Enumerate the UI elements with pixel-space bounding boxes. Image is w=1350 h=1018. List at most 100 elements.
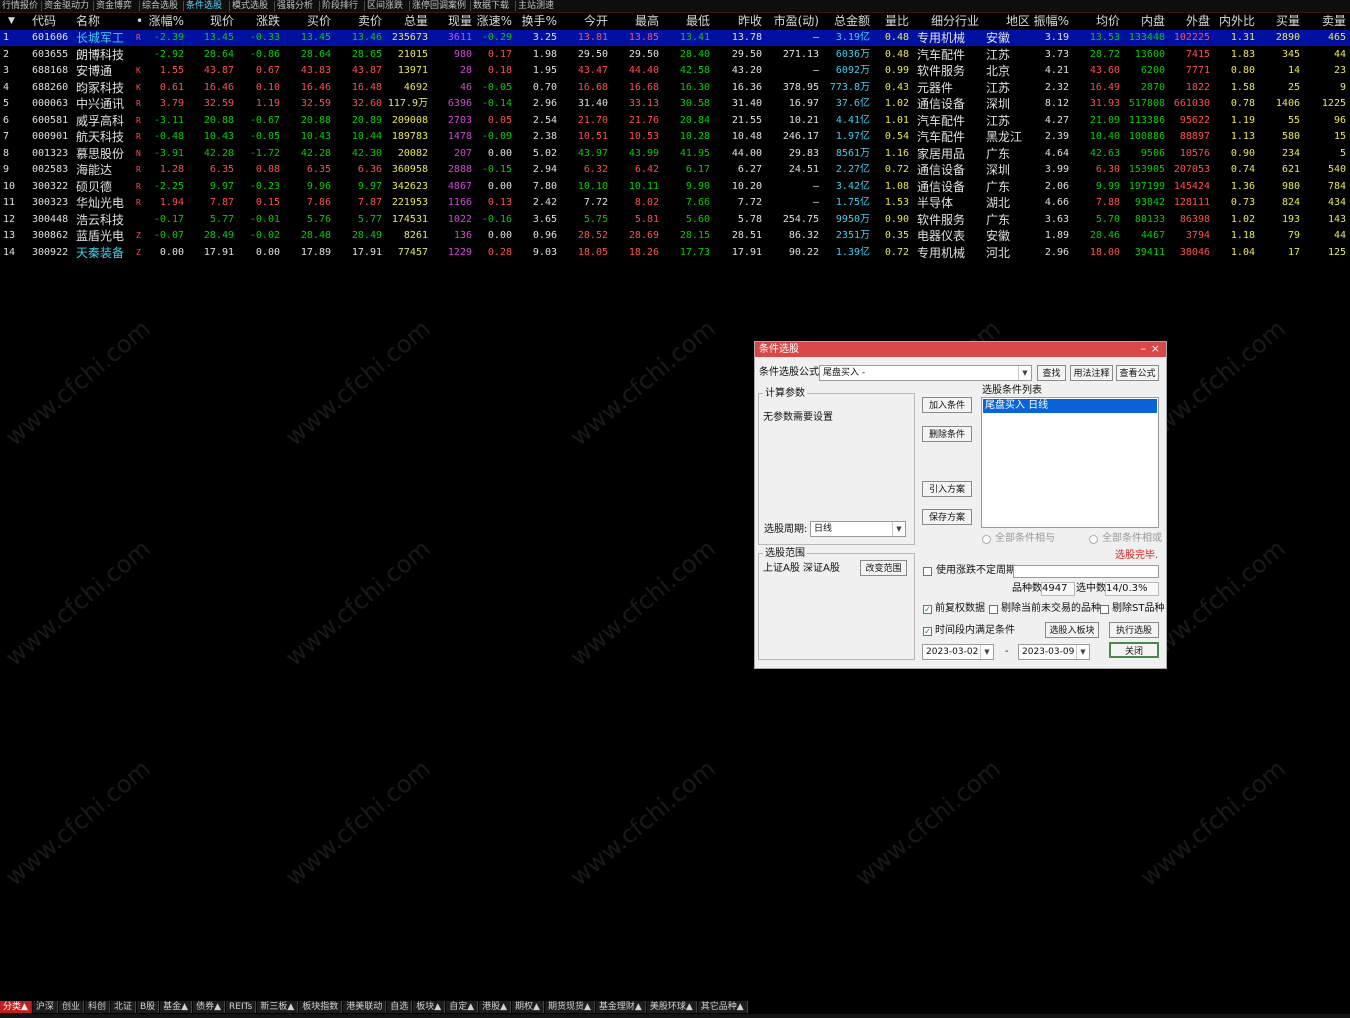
import-scheme-button[interactable]: 引入方案 [922, 481, 972, 497]
column-header[interactable]: 卖价 [335, 13, 382, 30]
table-row[interactable]: 11 300323 华灿光电 R 1.94 7.87 0.15 7.86 7.87 221953 1… [0, 195, 1350, 211]
use-period-checkbox[interactable] [923, 567, 932, 576]
column-header[interactable]: ▼ [8, 13, 26, 30]
column-header[interactable]: 涨速% [476, 13, 512, 30]
table-row[interactable]: 2 603655 朗博科技 -2.92 28.64 -0.86 28.64 28.65 2101… [0, 47, 1350, 63]
top-tab[interactable]: 资金博弈 [96, 0, 132, 12]
column-header[interactable]: 振幅% [1032, 13, 1069, 30]
minimize-icon[interactable]: – [1141, 341, 1147, 356]
top-tab[interactable]: 阶段排行 [322, 0, 358, 12]
category-tab[interactable]: 其它品种▲ [697, 1001, 748, 1013]
table-row[interactable]: 9 002583 海能达 R 1.28 6.35 0.08 6.35 6.36 360958 288… [0, 162, 1350, 178]
top-tab[interactable]: 条件选股 [186, 0, 222, 12]
category-tab[interactable]: 基金▲ [160, 1001, 193, 1013]
use-period-input[interactable] [1013, 565, 1159, 578]
date-from-picker[interactable]: 2023-03-02 ▼ [922, 644, 994, 660]
change-range-button[interactable]: 改变范围 [860, 560, 907, 576]
category-tab[interactable]: 自选 [387, 1001, 413, 1013]
top-tab[interactable]: 数据下载 [473, 0, 509, 12]
category-tab[interactable]: 债券▲ [193, 1001, 226, 1013]
period-select[interactable]: 日线 ▼ [810, 521, 906, 537]
column-header[interactable]: 卖量 [1302, 13, 1346, 30]
column-header[interactable]: 量比 [872, 13, 909, 30]
column-header[interactable]: 内外比 [1213, 13, 1255, 30]
category-tab[interactable]: 分类▲ [0, 1001, 32, 1013]
category-tab[interactable]: 创业 [58, 1001, 84, 1013]
top-tab[interactable]: 行情报价 [2, 0, 38, 12]
table-row[interactable]: 5 000063 中兴通讯 R 3.79 32.59 1.19 32.59 32.60 117.9… [0, 96, 1350, 112]
top-tab[interactable]: 模式选股 [232, 0, 268, 12]
table-row[interactable]: 10 300322 硕贝德 R -2.25 9.97 -0.23 9.96 9.97 342623… [0, 179, 1350, 195]
column-header[interactable]: 买价 [284, 13, 331, 30]
exclude-st-checkbox[interactable] [1100, 605, 1109, 614]
formula-select[interactable]: 尾盘买入 - ▼ [819, 365, 1032, 381]
table-row[interactable]: 6 600581 威孚高科 R -3.11 20.88 -0.67 20.88 20.89 209… [0, 113, 1350, 129]
top-tab[interactable]: 区间涨跌 [367, 0, 403, 12]
category-tab[interactable]: 板块▲ [413, 1001, 446, 1013]
column-header[interactable]: 涨幅% [142, 13, 184, 30]
column-header[interactable]: 名称 [76, 13, 136, 30]
category-tab[interactable]: 美股环球▲ [646, 1001, 697, 1013]
close-icon[interactable]: × [1151, 341, 1160, 356]
category-tab[interactable]: REITs [226, 1001, 257, 1013]
time-range-checkbox[interactable]: ✓ [923, 627, 932, 636]
column-header[interactable]: 涨跌 [238, 13, 280, 30]
category-tab[interactable]: 沪深 [32, 1001, 58, 1013]
category-tab[interactable]: 港股▲ [479, 1001, 512, 1013]
exclude-untraded-checkbox[interactable] [989, 605, 998, 614]
run-selection-button[interactable]: 执行选股 [1109, 622, 1159, 638]
column-header[interactable]: 细分行业 [917, 13, 979, 30]
table-row[interactable]: 3 688168 安博通 K 1.55 43.87 0.67 43.83 43.87 13971 2… [0, 63, 1350, 79]
category-tab[interactable]: 期权▲ [512, 1001, 544, 1013]
select-to-board-button[interactable]: 选股入板块 [1045, 622, 1099, 638]
column-header[interactable]: 代码 [32, 13, 72, 30]
find-button[interactable]: 查找 [1037, 365, 1066, 381]
column-header[interactable]: 外盘 [1167, 13, 1210, 30]
category-tab[interactable]: 科创 [84, 1001, 110, 1013]
column-header[interactable]: 现量 [430, 13, 472, 30]
top-tab[interactable]: 综合选股 [142, 0, 178, 12]
delete-condition-button[interactable]: 删除条件 [922, 426, 972, 442]
close-button[interactable]: 关闭 [1109, 642, 1159, 658]
usage-notes-button[interactable]: 用法注释 [1070, 365, 1113, 381]
category-tab[interactable]: 自定▲ [446, 1001, 479, 1013]
top-tab[interactable]: 涨停回调案例 [412, 0, 466, 12]
category-tab[interactable]: 板块指数 [299, 1001, 343, 1013]
column-header[interactable]: 买量 [1258, 13, 1300, 30]
column-header[interactable]: 最低 [663, 13, 710, 30]
category-tab[interactable]: 新三板▲ [257, 1001, 299, 1013]
column-header[interactable]: 总量 [385, 13, 428, 30]
category-tab[interactable]: B股 [136, 1001, 160, 1013]
add-condition-button[interactable]: 加入条件 [922, 397, 972, 413]
top-tab[interactable]: 强弱分析 [277, 0, 313, 12]
forward-adjust-checkbox[interactable]: ✓ [923, 605, 932, 614]
date-to-picker[interactable]: 2023-03-09 ▼ [1018, 644, 1090, 660]
save-scheme-button[interactable]: 保存方案 [922, 509, 972, 525]
or-radio[interactable] [1089, 535, 1098, 544]
table-row[interactable]: 12 300448 浩云科技 -0.17 5.77 -0.01 5.76 5.77 174531… [0, 212, 1350, 228]
top-tab[interactable]: 主站测速 [518, 0, 554, 12]
condition-list[interactable]: 尾盘买入 日线 [981, 397, 1159, 528]
column-header[interactable]: 市盈(动) [765, 13, 819, 30]
and-radio[interactable] [982, 535, 991, 544]
table-row[interactable]: 7 000901 航天科技 R -0.48 10.43 -0.05 10.43 10.44 189… [0, 129, 1350, 145]
column-header[interactable]: 最高 [612, 13, 659, 30]
condition-list-item[interactable]: 尾盘买入 日线 [983, 399, 1157, 413]
top-tab[interactable]: 资金驱动力 [44, 0, 89, 12]
table-row[interactable]: 8 001323 慕思股份 N -3.91 42.28 -1.72 42.28 42.30 200… [0, 146, 1350, 162]
category-tab[interactable]: 期货现货▲ [544, 1001, 595, 1013]
column-header[interactable]: 地区 [986, 13, 1030, 30]
column-header[interactable]: 昨收 [714, 13, 762, 30]
category-tab[interactable]: 基金理财▲ [595, 1001, 646, 1013]
column-header[interactable]: 均价 [1074, 13, 1120, 30]
table-row[interactable]: 1 601606 长城军工 R -2.39 13.45 -0.33 13.45 13.46 235… [0, 30, 1350, 46]
column-header[interactable]: 总金额 [822, 13, 870, 30]
column-header[interactable]: 换手% [516, 13, 557, 30]
table-row[interactable]: 13 300862 蓝盾光电 Z -0.07 28.49 -0.02 28.48 28.49 82… [0, 228, 1350, 244]
column-header[interactable]: 内盘 [1122, 13, 1165, 30]
view-formula-button[interactable]: 查看公式 [1116, 365, 1159, 381]
column-header[interactable]: 今开 [560, 13, 608, 30]
table-row[interactable]: 14 300922 天秦装备 Z 0.00 17.91 0.00 17.89 17.91 7745… [0, 245, 1350, 261]
column-header[interactable]: 现价 [188, 13, 234, 30]
category-tab[interactable]: 港美联动 [343, 1001, 387, 1013]
